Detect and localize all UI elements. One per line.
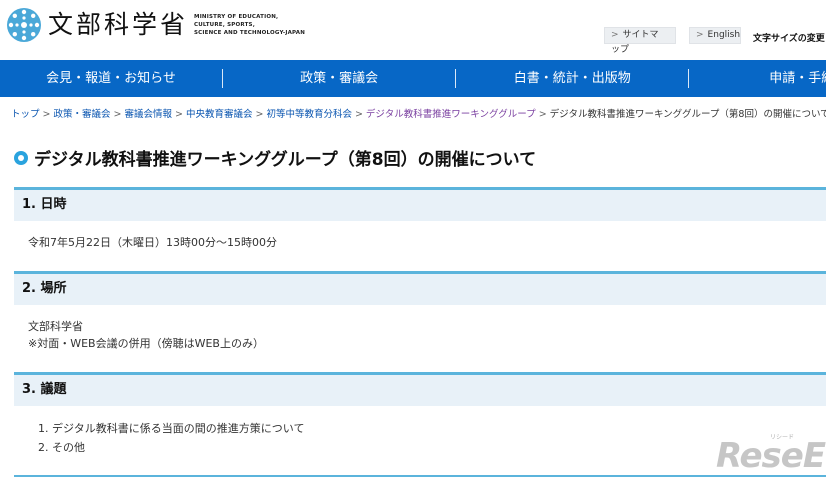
- section-heading-agenda: 3. 議題: [14, 372, 826, 406]
- site-logo[interactable]: 文部科学省 MINISTRY OF EDUCATION, CULTURE, SP…: [6, 7, 305, 43]
- breadcrumb-link[interactable]: 中央教育審議会: [186, 109, 253, 120]
- agenda-item: 1. デジタル教科書に係る当面の間の推進方策について: [38, 422, 305, 435]
- watermark-text: ReseEd: [716, 436, 826, 476]
- font-size-label: 文字サイズの変更: [753, 34, 825, 44]
- site-header: 文部科学省 MINISTRY OF EDUCATION, CULTURE, SP…: [0, 0, 826, 60]
- logo-english-line: SCIENCE AND TECHNOLOGY-JAPAN: [194, 30, 306, 36]
- mext-emblem-icon: [7, 8, 41, 42]
- logo-english-line: CULTURE, SPORTS,: [194, 22, 255, 28]
- nav-item-policy[interactable]: 政策・審議会: [223, 60, 455, 97]
- section-body-agenda: 1. デジタル教科書に係る当面の間の推進方策について 2. その他: [38, 419, 304, 457]
- nav-item-applications[interactable]: 申請・手続: [689, 60, 826, 97]
- global-nav: 会見・報道・お知らせ 政策・審議会 白書・統計・出版物 申請・手続: [0, 60, 826, 97]
- breadcrumb-separator: >: [538, 109, 547, 120]
- section-body-location: 文部科学省 ※対面・WEB会議の併用（傍聴はWEB上のみ）: [28, 318, 264, 352]
- logo-english-text: MINISTRY OF EDUCATION, CULTURE, SPORTS, …: [194, 13, 305, 37]
- breadcrumb-separator: >: [354, 109, 363, 120]
- nav-item-press[interactable]: 会見・報道・お知らせ: [0, 60, 222, 97]
- page-title: デジタル教科書推進ワーキンググループ（第8回）の開催について: [14, 145, 536, 170]
- breadcrumb-link[interactable]: デジタル教科書推進ワーキンググループ: [366, 109, 536, 120]
- english-label: English: [707, 30, 741, 40]
- agenda-item: 2. その他: [38, 441, 85, 454]
- section-body-datetime: 令和7年5月22日（木曜日）13時00分～15時00分: [28, 234, 277, 251]
- breadcrumb-separator: >: [255, 109, 264, 120]
- breadcrumb-link[interactable]: トップ: [11, 109, 40, 120]
- breadcrumb-separator: >: [174, 109, 183, 120]
- nav-item-publications[interactable]: 白書・統計・出版物: [456, 60, 688, 97]
- section-heading-datetime: 1. 日時: [14, 187, 826, 221]
- sitemap-button[interactable]: > サイトマップ: [604, 27, 676, 55]
- breadcrumb: トップ > 政策・審議会 > 審議会情報 > 中央教育審議会 > 初等中等教育分科会 > デジタル教…: [11, 106, 826, 120]
- logo-japanese-text: 文部科学省: [48, 10, 189, 39]
- breadcrumb-link[interactable]: 初等中等教育分科会: [266, 109, 352, 120]
- section-text: 令和7年5月22日（木曜日）13時00分～15時00分: [28, 236, 277, 249]
- reseed-watermark-logo: リシード ReseEd: [716, 432, 826, 476]
- section-text: 文部科学省: [28, 320, 83, 333]
- breadcrumb-separator: >: [42, 109, 51, 120]
- chevron-right-icon: >: [696, 30, 704, 40]
- breadcrumb-separator: >: [113, 109, 122, 120]
- breadcrumb-link[interactable]: 審議会情報: [124, 109, 172, 120]
- page-title-text: デジタル教科書推進ワーキンググループ（第8回）の開催について: [34, 150, 537, 170]
- chevron-right-icon: >: [611, 30, 619, 40]
- breadcrumb-current: デジタル教科書推進ワーキンググループ（第8回）の開催について: [549, 109, 826, 120]
- section-text: ※対面・WEB会議の併用（傍聴はWEB上のみ）: [28, 337, 264, 350]
- logo-english-line: MINISTRY OF EDUCATION,: [194, 14, 279, 20]
- section-heading-location: 2. 場所: [14, 271, 826, 305]
- breadcrumb-link[interactable]: 政策・審議会: [53, 109, 110, 120]
- english-button[interactable]: > English: [689, 27, 741, 44]
- title-bullet-icon: [14, 150, 28, 165]
